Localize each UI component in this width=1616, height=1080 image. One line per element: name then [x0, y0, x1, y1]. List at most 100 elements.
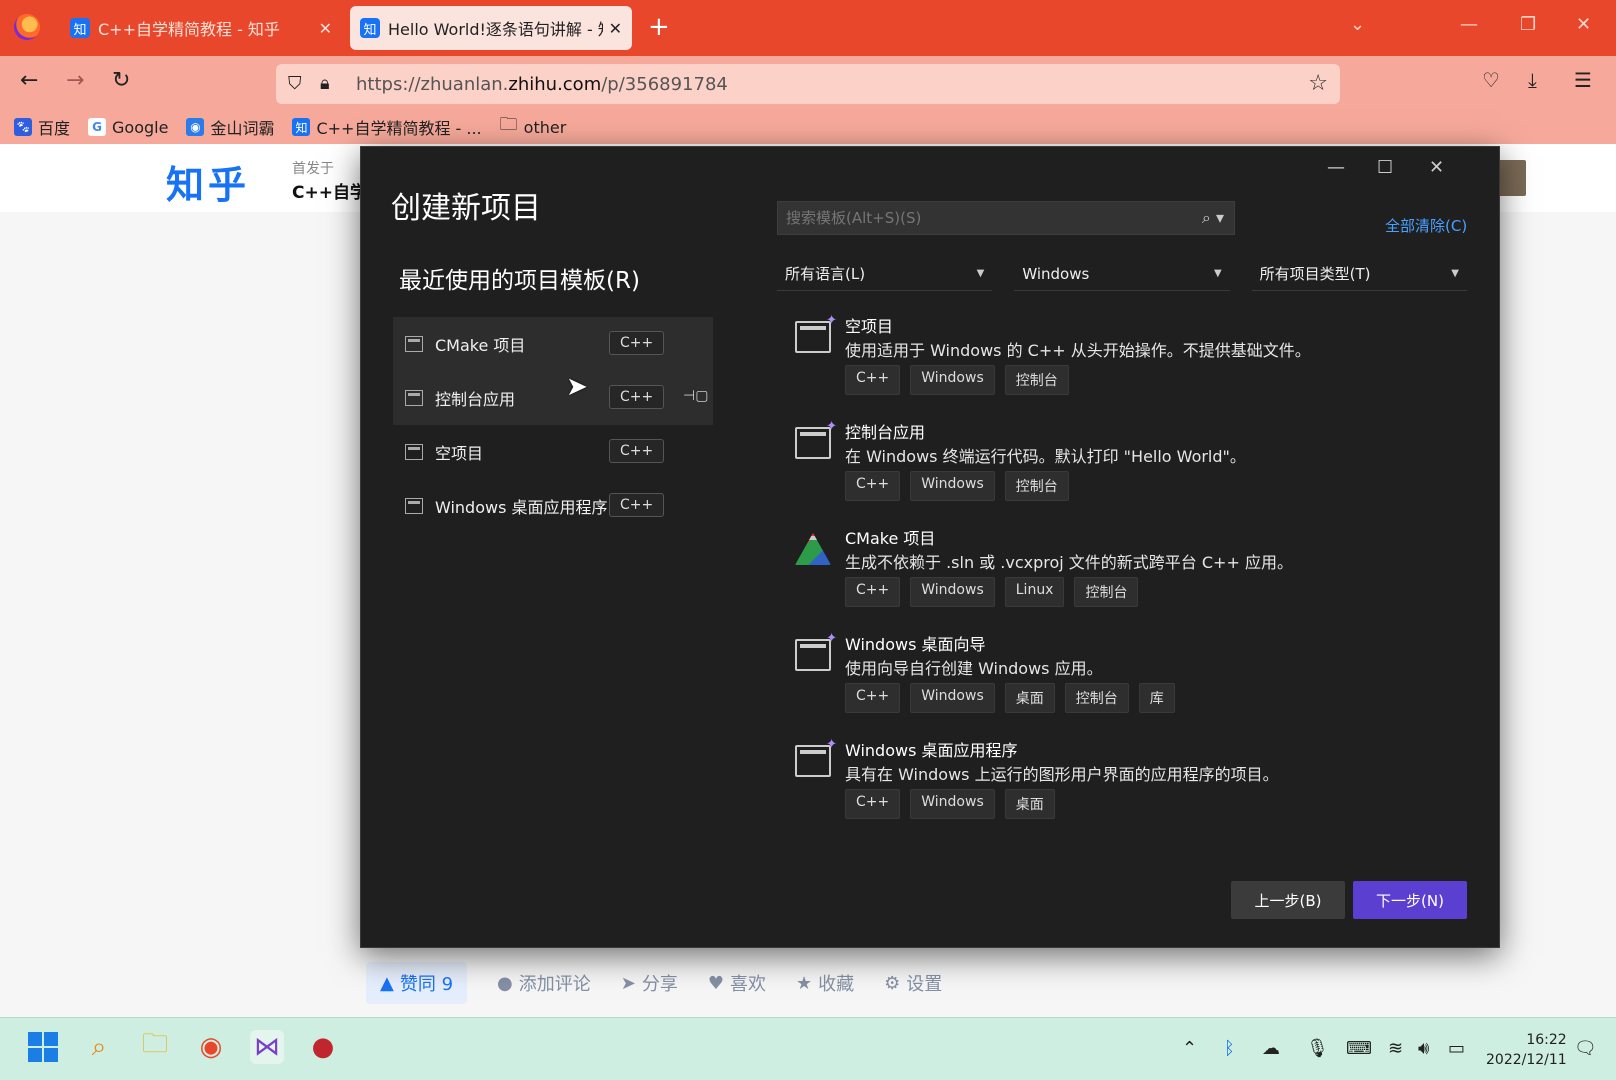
baidu-icon: 🐾︎ — [14, 118, 32, 136]
template-tags: C++ Windows 桌面 控制台 库 — [845, 683, 1175, 713]
minimize-icon[interactable]: — — [1327, 157, 1345, 178]
recent-item-cmake[interactable]: CMake 项目 C++ — [393, 317, 713, 371]
url-text: https://zhuanlan.zhihu.com/p/356891784 — [356, 73, 728, 95]
tag: Windows — [910, 471, 995, 501]
cmake-icon — [795, 533, 831, 565]
template-console-app[interactable]: ✦ 控制台应用 在 Windows 终端运行代码。默认打印 "Hello Wor… — [795, 419, 1475, 525]
firefox-icon[interactable]: ◉ — [194, 1030, 228, 1064]
close-window-icon[interactable]: ✕ — [1576, 14, 1591, 35]
search-icon[interactable]: ⌕ — [82, 1030, 116, 1064]
firefox-icon[interactable] — [14, 14, 40, 40]
close-icon[interactable]: ✕ — [319, 19, 332, 38]
language-filter-dropdown[interactable]: 所有语言(L) ▼ — [777, 257, 993, 291]
tag: 库 — [1138, 683, 1175, 713]
pin-icon[interactable]: ⊣▢ — [683, 388, 708, 404]
bluetooth-icon[interactable]: ᛒ — [1224, 1038, 1235, 1059]
new-tab-plus-icon[interactable]: + — [648, 12, 670, 42]
chevron-up-icon[interactable]: ⌃ — [1182, 1038, 1197, 1059]
like-button[interactable]: ♥ 喜欢 — [708, 970, 766, 996]
maximize-icon[interactable]: ☐ — [1377, 157, 1393, 178]
close-icon[interactable]: ✕ — [1429, 157, 1444, 178]
tab-cpp-tutorial[interactable]: 知 C++自学精简教程 - 知乎 ✕ — [60, 6, 342, 50]
tag: C++ — [845, 365, 901, 395]
tag: C++ — [845, 471, 901, 501]
template-search-box[interactable]: ⌕ ▾ — [777, 201, 1235, 235]
console-app-icon — [405, 390, 423, 406]
pocket-icon[interactable]: ♡ — [1482, 68, 1500, 92]
shield-icon[interactable]: ⛉ — [288, 73, 302, 94]
microphone-icon[interactable]: 🎙︎ — [1306, 1038, 1329, 1059]
visual-studio-icon[interactable]: ⋈ — [250, 1030, 284, 1064]
template-search-input[interactable] — [786, 209, 1202, 227]
column-name[interactable]: C++自学 — [292, 178, 367, 203]
minimize-icon[interactable]: — — [1460, 14, 1478, 35]
next-button[interactable]: 下一步(N) — [1353, 881, 1467, 919]
back-button[interactable]: 上一步(B) — [1231, 881, 1345, 919]
system-clock[interactable]: 16:22 2022/12/11 — [1486, 1030, 1567, 1070]
bookmark-cpp-tutorial[interactable]: 知 C++自学精简教程 - ... — [292, 115, 482, 139]
cloud-icon[interactable]: ☁ — [1262, 1038, 1280, 1059]
tab-title: C++自学精简教程 - 知乎 — [98, 20, 280, 39]
template-filters: 所有语言(L) ▼ Windows ▼ 所有项目类型(T) ▼ — [777, 257, 1467, 291]
wifi-icon[interactable]: ≋ — [1388, 1038, 1403, 1059]
dialog-title: 创建新项目 — [391, 191, 541, 226]
address-bar[interactable]: ⛉ 🔒︎ https://zhuanlan.zhihu.com/p/356891… — [276, 64, 1340, 104]
template-list: ✦ 空项目 使用适用于 Windows 的 C++ 从头开始操作。不提供基础文件… — [795, 313, 1475, 843]
bookmark-iciba[interactable]: ◉ 金山词霸 — [186, 115, 274, 139]
template-windows-desktop-app[interactable]: ✦ Windows 桌面应用程序 具有在 Windows 上运行的图形用户界面的… — [795, 737, 1475, 843]
notification-icon[interactable]: 🗨︎ — [1574, 1038, 1597, 1059]
recent-item-empty-project[interactable]: 空项目 C++ — [393, 425, 713, 479]
forward-arrow-icon[interactable]: → — [66, 68, 84, 93]
tag: 桌面 — [1004, 683, 1055, 713]
folder-icon: 🗀 — [499, 114, 518, 135]
windows-start-icon[interactable] — [26, 1030, 60, 1064]
project-type-filter-dropdown[interactable]: 所有项目类型(T) ▼ — [1251, 257, 1467, 291]
tag: 桌面 — [1004, 789, 1055, 819]
tag: Windows — [910, 365, 995, 395]
platform-filter-dropdown[interactable]: Windows ▼ — [1014, 257, 1230, 291]
recorder-icon[interactable]: ● — [306, 1030, 340, 1064]
battery-icon[interactable]: ▭ — [1448, 1038, 1465, 1059]
chevron-down-icon: ▼ — [1213, 268, 1222, 279]
download-icon[interactable]: ⤓ — [1528, 68, 1537, 92]
reload-icon[interactable]: ↻ — [112, 68, 130, 93]
empty-project-icon — [405, 444, 423, 460]
iciba-icon: ◉ — [186, 118, 205, 136]
tag: C++ — [845, 789, 901, 819]
comment-button[interactable]: ● 添加评论 — [497, 970, 591, 996]
bookmark-folder-other[interactable]: 🗀 other — [500, 112, 567, 142]
back-arrow-icon[interactable]: ← — [20, 68, 38, 93]
file-explorer-icon[interactable]: 🗀 — [138, 1029, 172, 1064]
bookmark-star-icon[interactable]: ☆ — [1308, 71, 1328, 96]
restore-icon[interactable]: ❐ — [1520, 14, 1536, 35]
tag: C++ — [845, 577, 901, 607]
share-button[interactable]: ➤ 分享 — [621, 970, 678, 996]
clear-all-link[interactable]: 全部清除(C) — [1385, 215, 1467, 236]
clock-date: 2022/12/11 — [1486, 1052, 1567, 1068]
google-icon: G — [88, 118, 107, 136]
template-tags: C++ Windows 控制台 — [845, 471, 1069, 501]
recent-item-windows-desktop-app[interactable]: Windows 桌面应用程序 C++ — [393, 479, 713, 533]
input-method-icon[interactable]: ⌨ — [1346, 1038, 1372, 1059]
menu-icon[interactable]: ☰ — [1574, 68, 1592, 92]
collect-button[interactable]: ★ 收藏 — [796, 970, 854, 996]
template-cmake-project[interactable]: CMake 项目 生成不依赖于 .sln 或 .vcxproj 文件的新式跨平台… — [795, 525, 1475, 631]
recent-item-console-app[interactable]: 控制台应用 C++ ⊣▢ — [393, 371, 713, 425]
lock-icon[interactable]: 🔒︎ — [320, 73, 330, 94]
volume-icon[interactable]: 🔊︎ — [1418, 1038, 1429, 1059]
template-empty-project[interactable]: ✦ 空项目 使用适用于 Windows 的 C++ 从头开始操作。不提供基础文件… — [795, 313, 1475, 419]
bookmark-google[interactable]: G Google — [88, 118, 168, 137]
template-windows-desktop-wizard[interactable]: ✦ Windows 桌面向导 使用向导自行创建 Windows 应用。 C++ … — [795, 631, 1475, 737]
zhihu-icon: 知 — [292, 118, 311, 136]
vote-button[interactable]: ▲ 赞同 9 — [366, 962, 468, 1004]
tab-hello-world[interactable]: 知 Hello World!逐条语句讲解 - 知 ✕ — [350, 6, 632, 50]
settings-button[interactable]: ⚙ 设置 — [884, 970, 942, 996]
bookmark-baidu[interactable]: 🐾︎ 百度 — [14, 115, 70, 139]
empty-project-icon: ✦ — [795, 313, 837, 353]
tab-title: Hello World!逐条语句讲解 - 知 — [388, 20, 603, 39]
zhihu-logo[interactable]: 知乎 — [166, 154, 250, 209]
search-icon[interactable]: ⌕ ▾ — [1202, 208, 1224, 228]
avatar[interactable] — [1496, 160, 1526, 196]
close-icon[interactable]: ✕ — [609, 19, 622, 38]
chevron-down-icon[interactable]: ⌄ — [1350, 14, 1365, 35]
